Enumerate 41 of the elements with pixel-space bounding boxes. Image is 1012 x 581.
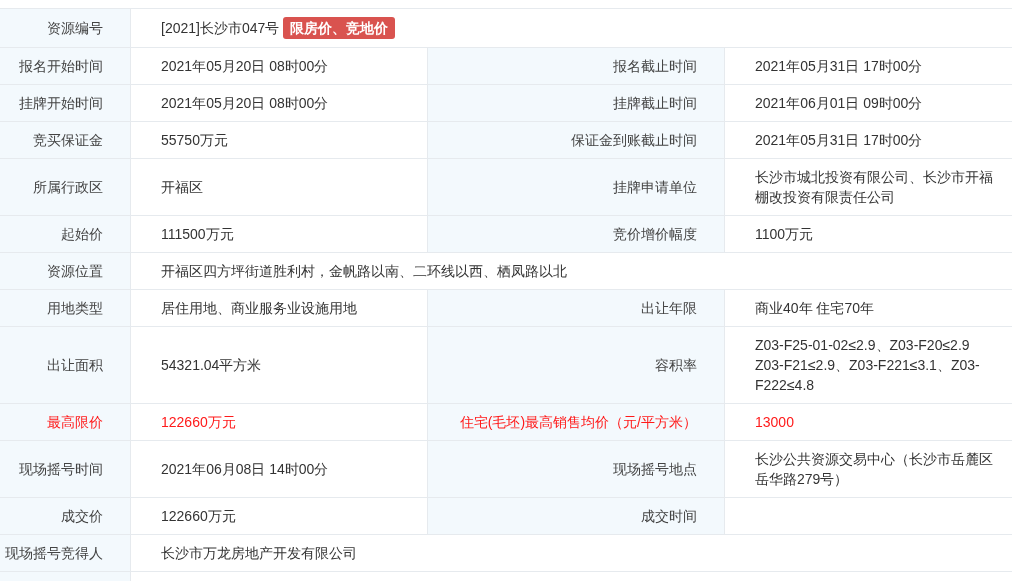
field-label: 起始价 <box>0 216 131 253</box>
field-value: 2021年05月20日 08时00分 <box>131 48 428 85</box>
field-label: 挂牌申请单位 <box>428 159 725 216</box>
field-label: 住宅(毛坯)最高销售均价（元/平方米） <box>428 404 725 441</box>
field-value: 2021年05月20日 08时00分 <box>131 85 428 122</box>
field-value: 长沙市万龙房地产开发有限公司 <box>131 535 1012 572</box>
field-label: 出让年限 <box>428 290 725 327</box>
field-value: 122660万元 <box>131 498 428 535</box>
tag-badge: 限房价、竞地价 <box>283 17 396 39</box>
field-label: 挂牌开始时间 <box>0 85 131 122</box>
field-value: 2021年06月01日 09时00分 <box>725 85 1012 122</box>
field-label: 现场摇号竞得人 <box>0 535 131 572</box>
field-label: 报名开始时间 <box>0 48 131 85</box>
field-value: 111500万元 <box>131 216 428 253</box>
field-label: 容积率 <box>428 327 725 404</box>
field-label: 竞价增价幅度 <box>428 216 725 253</box>
field-value: 2021年05月31日 17时00分 <box>725 122 1012 159</box>
field-label: 竞买保证金 <box>0 122 131 159</box>
field-label: 挂牌截止时间 <box>428 85 725 122</box>
field-value: 商业40年 住宅70年 <box>725 290 1012 327</box>
field-label: 成交时间 <box>428 498 725 535</box>
field-value: 居住用地、商业服务业设施用地 <box>131 290 428 327</box>
field-label: 保证金到账截止时间 <box>428 122 725 159</box>
field-label: 用地类型 <box>0 290 131 327</box>
field-label: 出让面积 <box>0 327 131 404</box>
field-label: 现场摇号地点 <box>428 441 725 498</box>
field-value: Z03-F25-01-02≤2.9、Z03-F20≤2.9 Z03-F21≤2.9、Z03-F221≤3.1、Z03-F222≤4.8 <box>725 327 1012 404</box>
field-value: 122660万元 <box>131 404 428 441</box>
field-label: 所属行政区 <box>0 159 131 216</box>
field-value: 长沙市城北投资有限公司、长沙市开福棚改投资有限责任公司 <box>725 159 1012 216</box>
field-label: 现场摇号时间 <box>0 441 131 498</box>
field-value: 长沙公共资源交易中心（长沙市岳麓区岳华路279号） <box>725 441 1012 498</box>
field-label: 资源编号 <box>0 9 131 48</box>
field-label: 成交价 <box>0 498 131 535</box>
field-label: 最高限价 <box>0 404 131 441</box>
field-label: 资源位置 <box>0 253 131 290</box>
field-label: 报名截止时间 <box>428 48 725 85</box>
field-value: 13000 <box>725 404 1012 441</box>
field-value: 1100万元 <box>725 216 1012 253</box>
field-value: 55750万元 <box>131 122 428 159</box>
field-value: 2021年05月31日 17时00分 <box>725 48 1012 85</box>
